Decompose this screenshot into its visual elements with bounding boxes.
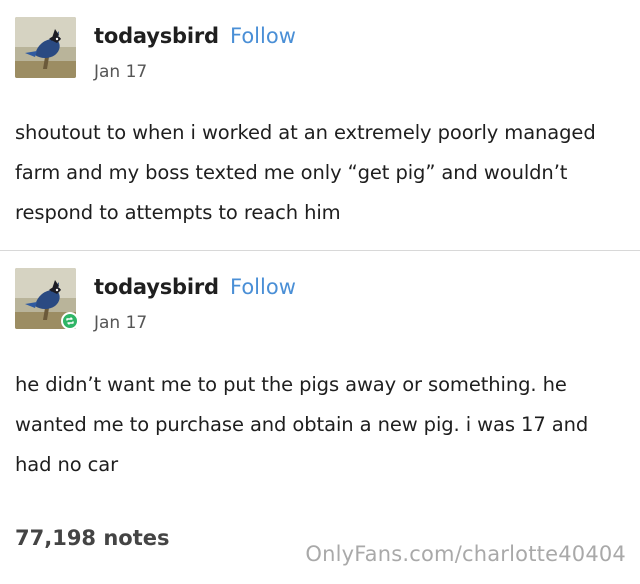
follow-button[interactable]: Follow [230,275,296,299]
username[interactable]: todaysbird [94,275,219,299]
reblog-icon [61,312,79,330]
username[interactable]: todaysbird [94,24,219,48]
post-2: todaysbird Follow Jan 17 he didn’t want … [0,251,640,506]
post-text: he didn’t want me to put the pigs away o… [15,373,589,476]
follow-button[interactable]: Follow [230,24,296,48]
post-1: todaysbird Follow Jan 17 shoutout to whe… [0,0,640,250]
post-text: shoutout to when i worked at an extremel… [15,121,596,224]
avatar[interactable] [15,17,76,78]
post-date[interactable]: Jan 17 [94,62,147,82]
bird-avatar-icon [15,17,76,78]
watermark: OnlyFans.com/charlotte40404 [305,542,626,566]
post-date[interactable]: Jan 17 [94,313,147,333]
notes-count[interactable]: 77,198 notes [15,526,170,550]
